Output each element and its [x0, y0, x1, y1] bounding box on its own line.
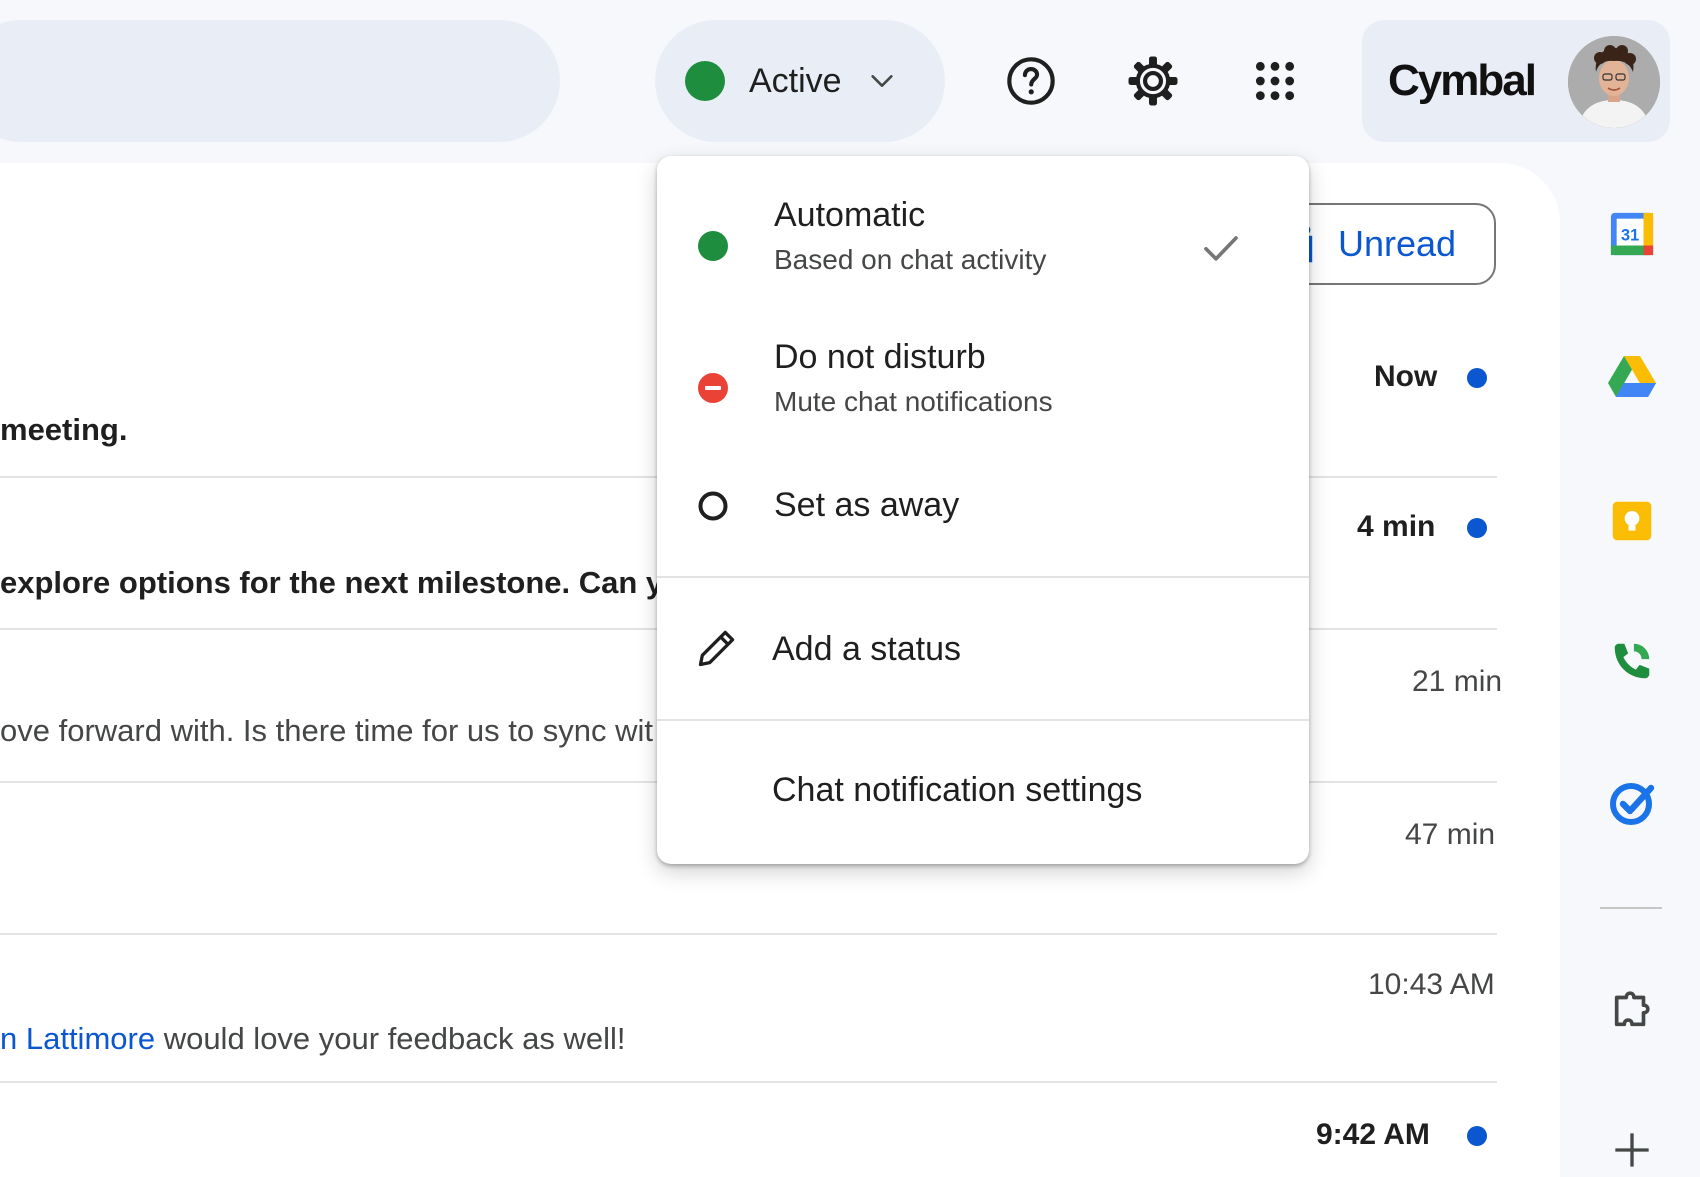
away-circle-icon [698, 491, 728, 521]
svg-text:31: 31 [1621, 226, 1639, 244]
mention-link[interactable]: n Lattimore [0, 1021, 155, 1056]
add-icon[interactable] [1608, 1126, 1656, 1174]
message-time: 9:42 AM [1316, 1118, 1430, 1151]
dnd-icon [698, 373, 728, 403]
voice-icon[interactable] [1608, 637, 1656, 685]
tasks-icon[interactable] [1608, 779, 1656, 827]
calendar-icon[interactable]: 31 [1608, 210, 1656, 258]
message-time: 47 min [1405, 818, 1496, 851]
menu-item-title: Automatic [774, 196, 926, 234]
menu-item-add-status[interactable]: Add a status [657, 580, 1309, 718]
avatar[interactable] [1568, 36, 1660, 128]
menu-item-automatic[interactable]: Automatic Based on chat activity [657, 182, 1309, 300]
help-icon[interactable] [1000, 50, 1062, 112]
menu-item-title: Do not disturb [774, 338, 986, 376]
rail-divider [1600, 907, 1662, 909]
unread-dot [1467, 368, 1487, 388]
gear-icon[interactable] [1122, 50, 1184, 112]
brand-logo: Cymbal [1388, 56, 1537, 105]
menu-item-set-as-away[interactable]: Set as away [657, 456, 1309, 556]
row-divider [0, 933, 1497, 935]
pencil-icon [698, 630, 735, 667]
message-preview[interactable]: explore options for the next milestone. … [0, 565, 682, 601]
menu-item-subtitle: Based on chat activity [774, 244, 1047, 275]
menu-item-title: Add a status [772, 630, 962, 668]
row-divider [0, 1081, 1497, 1083]
message-preview[interactable]: meeting. [0, 412, 127, 448]
menu-item-chat-notification-settings[interactable]: Chat notification settings [657, 723, 1309, 853]
account-switcher[interactable]: Cymbal [1362, 20, 1670, 142]
menu-item-do-not-disturb[interactable]: Do not disturb Mute chat notifications [657, 324, 1309, 442]
status-button[interactable]: Active [655, 20, 945, 142]
message-time: Now [1374, 360, 1438, 393]
apps-grid-icon[interactable] [1244, 50, 1306, 112]
search-bar[interactable] [0, 20, 560, 142]
drive-icon[interactable] [1608, 352, 1656, 400]
green-dot-icon [698, 231, 728, 261]
status-label: Active [749, 61, 842, 100]
message-preview[interactable]: n Lattimore would love your feedback as … [0, 1021, 626, 1057]
chevron-down-icon [870, 75, 893, 87]
unread-dot [1467, 518, 1487, 538]
message-time: 10:43 AM [1368, 968, 1495, 1001]
addons-icon[interactable] [1608, 985, 1656, 1033]
menu-item-title: Chat notification settings [772, 771, 1143, 809]
keep-icon[interactable] [1608, 497, 1656, 545]
menu-divider [657, 576, 1309, 578]
menu-item-subtitle: Mute chat notifications [774, 386, 1053, 417]
active-status-dot [685, 61, 725, 101]
menu-divider [657, 719, 1309, 721]
menu-item-title: Set as away [774, 486, 960, 524]
check-icon [1204, 236, 1238, 261]
message-preview[interactable]: ove forward with. Is there time for us t… [0, 713, 653, 749]
message-time: 4 min [1357, 510, 1436, 543]
unread-filter-label: Unread [1338, 223, 1457, 264]
message-time: 21 min [1412, 665, 1503, 698]
unread-dot [1467, 1126, 1487, 1146]
status-menu: Automatic Based on chat activity Do not … [657, 156, 1309, 864]
